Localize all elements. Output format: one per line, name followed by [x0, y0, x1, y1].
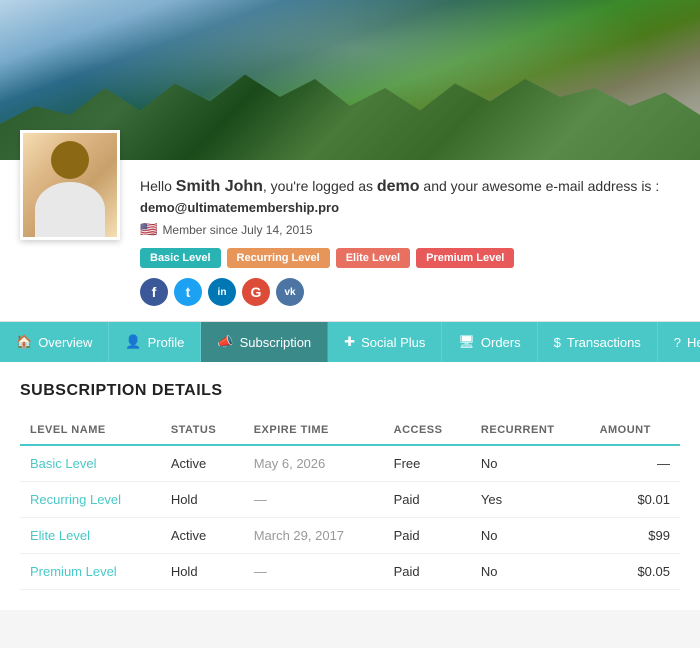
cell-level: Elite Level: [20, 518, 161, 554]
nav-orders[interactable]: 🖥 Orders: [442, 322, 537, 362]
cell-recurrent: No: [471, 518, 590, 554]
level-link[interactable]: Premium Level: [30, 564, 117, 579]
avatar-wrapper: [20, 130, 120, 240]
help-icon: ?: [674, 335, 681, 350]
cell-level: Basic Level: [20, 445, 161, 482]
cell-amount: $99: [590, 518, 680, 554]
profile-email: demo@ultimatemembership.pro: [140, 200, 680, 215]
col-recurrent: RECURRENT: [471, 416, 590, 445]
cell-access: Paid: [384, 482, 471, 518]
badge-elite[interactable]: Elite Level: [336, 248, 410, 268]
nav-subscription-label: Subscription: [240, 335, 312, 350]
table-row: Premium Level Hold — Paid No $0.05: [20, 554, 680, 590]
avatar: [20, 130, 120, 240]
table-row: Basic Level Active May 6, 2026 Free No —: [20, 445, 680, 482]
cell-recurrent: No: [471, 554, 590, 590]
member-since-text: Member since July 14, 2015: [162, 223, 312, 237]
twitter-icon[interactable]: t: [174, 278, 202, 306]
dollar-icon: $: [554, 335, 561, 350]
nav-profile[interactable]: 👤 Profile: [109, 322, 201, 362]
profile-email-value: demo@ultimatemembership.pro: [140, 200, 339, 215]
level-badges: Basic Level Recurring Level Elite Level …: [140, 248, 680, 268]
cell-level: Premium Level: [20, 554, 161, 590]
orders-icon: 🖥: [458, 334, 475, 350]
cell-status: Active: [161, 445, 244, 482]
col-access: ACCESS: [384, 416, 471, 445]
profile-info: Hello Smith John, you're logged as demo …: [140, 170, 680, 306]
cell-level: Recurring Level: [20, 482, 161, 518]
nav-transactions[interactable]: $ Transactions: [538, 322, 658, 362]
col-expire: EXPIRE TIME: [244, 416, 384, 445]
plus-icon: ✚: [344, 334, 355, 350]
badge-premium[interactable]: Premium Level: [416, 248, 514, 268]
col-amount: AMOUNT: [590, 416, 680, 445]
badge-recurring[interactable]: Recurring Level: [227, 248, 330, 268]
cell-amount: —: [590, 445, 680, 482]
section-title: SUBSCRIPTION DETAILS: [20, 382, 680, 400]
greeting-mid: , you're logged as: [263, 178, 377, 194]
main-content: SUBSCRIPTION DETAILS LEVEL NAME STATUS E…: [0, 362, 700, 610]
table-header-row: LEVEL NAME STATUS EXPIRE TIME ACCESS REC…: [20, 416, 680, 445]
table-row: Elite Level Active March 29, 2017 Paid N…: [20, 518, 680, 554]
level-link[interactable]: Elite Level: [30, 528, 90, 543]
subscription-table: LEVEL NAME STATUS EXPIRE TIME ACCESS REC…: [20, 416, 680, 590]
vk-icon[interactable]: vk: [276, 278, 304, 306]
nav-subscription[interactable]: 📣 Subscription: [201, 322, 328, 362]
nav-orders-label: Orders: [481, 335, 521, 350]
cell-status: Hold: [161, 554, 244, 590]
nav-overview-label: Overview: [38, 335, 92, 350]
cell-recurrent: Yes: [471, 482, 590, 518]
profile-greeting: Hello Smith John, you're logged as demo …: [140, 178, 680, 196]
badge-basic[interactable]: Basic Level: [140, 248, 221, 268]
cell-recurrent: No: [471, 445, 590, 482]
cell-access: Paid: [384, 554, 471, 590]
nav-social-plus[interactable]: ✚ Social Plus: [328, 322, 442, 362]
cell-status: Hold: [161, 482, 244, 518]
greeting-prefix: Hello: [140, 178, 176, 194]
cell-amount: $0.05: [590, 554, 680, 590]
profile-username: demo: [377, 178, 420, 195]
col-level-name: LEVEL NAME: [20, 416, 161, 445]
col-status: STATUS: [161, 416, 244, 445]
home-icon: 🏠: [16, 334, 32, 350]
social-icons: f t in G vk: [140, 278, 680, 306]
cell-access: Paid: [384, 518, 471, 554]
nav-social-plus-label: Social Plus: [361, 335, 425, 350]
cell-expire: March 29, 2017: [244, 518, 384, 554]
level-link[interactable]: Recurring Level: [30, 492, 121, 507]
nav-help[interactable]: ? Help: [658, 322, 700, 362]
nav-help-label: Help: [687, 335, 700, 350]
cell-expire: —: [244, 482, 384, 518]
flag-icon: 🇺🇸: [140, 221, 157, 238]
member-since: 🇺🇸 Member since July 14, 2015: [140, 221, 680, 238]
cell-expire: May 6, 2026: [244, 445, 384, 482]
level-link[interactable]: Basic Level: [30, 456, 96, 471]
cell-status: Active: [161, 518, 244, 554]
cell-expire: —: [244, 554, 384, 590]
nav-profile-label: Profile: [148, 335, 185, 350]
cell-access: Free: [384, 445, 471, 482]
google-icon[interactable]: G: [242, 278, 270, 306]
nav-overview[interactable]: 🏠 Overview: [0, 322, 109, 362]
table-row: Recurring Level Hold — Paid Yes $0.01: [20, 482, 680, 518]
greeting-suffix: and your awesome e-mail address is :: [420, 178, 660, 194]
profile-icon: 👤: [125, 334, 141, 350]
profile-name: Smith John: [176, 178, 263, 195]
linkedin-icon[interactable]: in: [208, 278, 236, 306]
facebook-icon[interactable]: f: [140, 278, 168, 306]
nav-transactions-label: Transactions: [567, 335, 641, 350]
profile-section: Hello Smith John, you're logged as demo …: [0, 160, 700, 322]
subscription-icon: 📣: [217, 334, 233, 350]
cell-amount: $0.01: [590, 482, 680, 518]
nav-bar: 🏠 Overview 👤 Profile 📣 Subscription ✚ So…: [0, 322, 700, 362]
